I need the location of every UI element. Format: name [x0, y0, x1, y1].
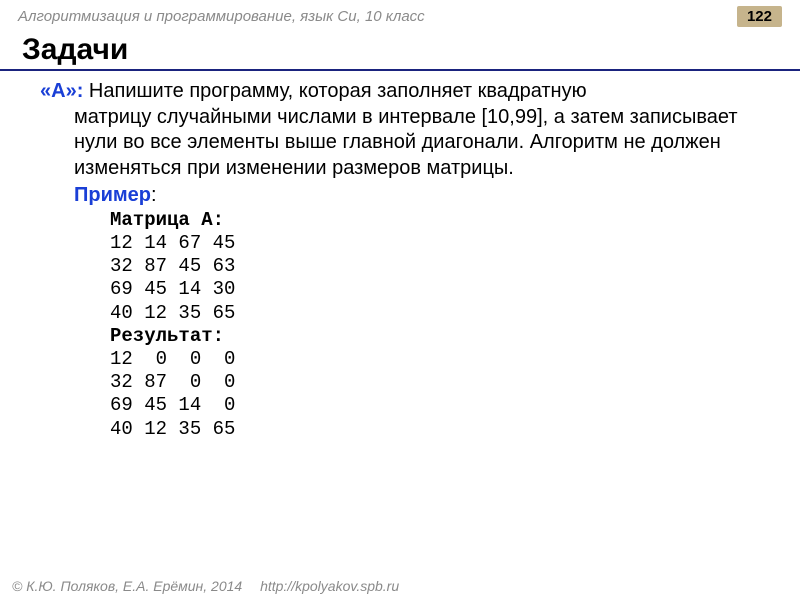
result-row: 12 0 0 0 — [110, 348, 235, 370]
result-row: 32 87 0 0 — [110, 371, 235, 393]
matrix-row: 69 45 14 30 — [110, 278, 235, 300]
content-area: «A»: Напишите программу, которая заполня… — [0, 79, 800, 441]
matrix-row: 40 12 35 65 — [110, 302, 235, 324]
result-label: Результат: — [110, 325, 224, 347]
result-row: 40 12 35 65 — [110, 418, 235, 440]
task-text-rest: матрицу случайными числами в интервале [… — [40, 105, 772, 182]
matrix-row: 12 14 67 45 — [110, 232, 235, 254]
page-number: 122 — [737, 6, 782, 27]
task-paragraph: «A»: Напишите программу, которая заполня… — [40, 79, 772, 105]
matrix-row: 32 87 45 63 — [110, 255, 235, 277]
copyright: © К.Ю. Поляков, Е.А. Ерёмин, 2014 — [12, 578, 242, 594]
slide-header: Алгоритмизация и программирование, язык … — [0, 0, 800, 29]
slide-footer: © К.Ю. Поляков, Е.А. Ерёмин, 2014 http:/… — [12, 578, 399, 594]
breadcrumb: Алгоритмизация и программирование, язык … — [18, 8, 425, 25]
example-colon: : — [151, 184, 157, 206]
task-text-first: Напишите программу, которая заполняет кв… — [83, 80, 586, 102]
title-divider — [0, 69, 800, 71]
example-word: Пример — [74, 184, 151, 206]
matrix-label: Матрица А: — [110, 209, 224, 231]
result-row: 69 45 14 0 — [110, 394, 235, 416]
task-label: «A»: — [40, 80, 83, 102]
example-label: Пример: — [40, 183, 772, 209]
page-title: Задачи — [0, 29, 800, 69]
footer-url: http://kpolyakov.spb.ru — [260, 578, 399, 594]
example-block: Матрица А: 12 14 67 45 32 87 45 63 69 45… — [40, 209, 772, 441]
